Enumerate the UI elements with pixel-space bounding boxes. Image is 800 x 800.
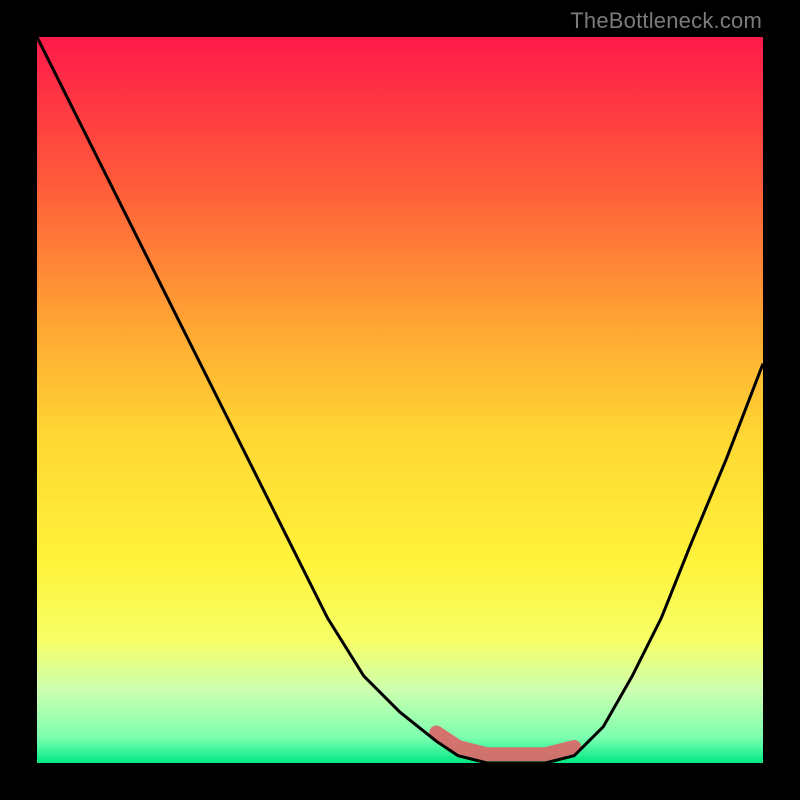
plot-area	[37, 37, 763, 763]
chart-svg	[37, 37, 763, 763]
chart-frame: TheBottleneck.com	[0, 0, 800, 800]
watermark-text: TheBottleneck.com	[570, 8, 762, 34]
gradient-background	[37, 37, 763, 763]
